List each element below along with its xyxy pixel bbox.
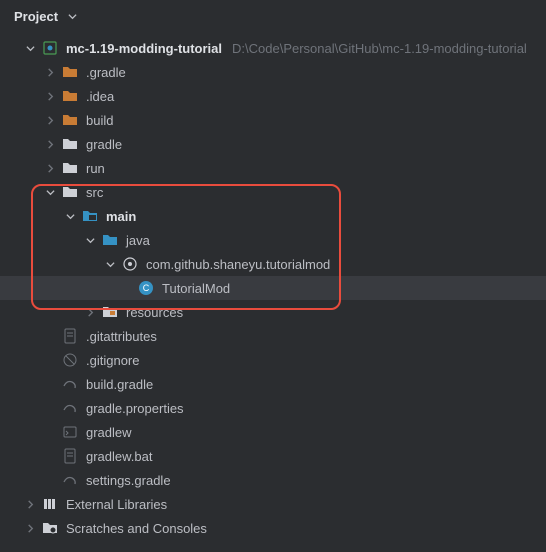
file-icon [62,448,78,464]
module-source-icon [82,208,98,224]
file-label: settings.gradle [86,473,171,488]
folder-icon [62,112,78,128]
panel-header[interactable]: Project [0,0,546,32]
folder-icon [62,64,78,80]
source-folder-icon [102,232,118,248]
file-label: .gitignore [86,353,139,368]
tree-item-gradle-properties[interactable]: gradle.properties [0,396,546,420]
file-label: gradlew.bat [86,449,153,464]
chevron-right-icon[interactable] [22,496,38,512]
tree-item-project-root[interactable]: mc-1.19-modding-tutorial D:\Code\Persona… [0,36,546,60]
folder-icon [62,88,78,104]
chevron-right-icon[interactable] [42,160,58,176]
folder-label: resources [126,305,183,320]
package-icon [122,256,138,272]
file-icon [62,352,78,368]
shell-file-icon [62,424,78,440]
folder-label: run [86,161,105,176]
tree-item-dot-idea[interactable]: .idea [0,84,546,108]
tree-item-src[interactable]: src [0,180,546,204]
chevron-right-icon[interactable] [22,520,38,536]
tree-item-build-gradle[interactable]: build.gradle [0,372,546,396]
tree-item-main[interactable]: main [0,204,546,228]
tree-item-run[interactable]: run [0,156,546,180]
project-name: mc-1.19-modding-tutorial [66,41,222,56]
tree-item-dot-gradle[interactable]: .gradle [0,60,546,84]
tree-item-settings-gradle[interactable]: settings.gradle [0,468,546,492]
libraries-icon [42,496,58,512]
file-label: .gitattributes [86,329,157,344]
folder-label: src [86,185,103,200]
tree-item-external-libraries[interactable]: External Libraries [0,492,546,516]
gradle-icon [62,472,78,488]
gradle-icon [62,376,78,392]
chevron-down-icon[interactable] [42,184,58,200]
tree-item-java[interactable]: java [0,228,546,252]
class-label: TutorialMod [162,281,230,296]
chevron-down-icon [64,8,80,24]
tree-item-scratches[interactable]: Scratches and Consoles [0,516,546,540]
chevron-right-icon[interactable] [42,112,58,128]
tree-item-resources[interactable]: resources [0,300,546,324]
folder-label: main [106,209,136,224]
folder-icon [62,136,78,152]
file-icon [62,328,78,344]
project-tree: mc-1.19-modding-tutorial D:\Code\Persona… [0,32,546,540]
item-label: Scratches and Consoles [66,521,207,536]
chevron-down-icon[interactable] [62,208,78,224]
resources-folder-icon [102,304,118,320]
folder-icon [62,184,78,200]
chevron-right-icon[interactable] [42,136,58,152]
module-icon [42,40,58,56]
chevron-right-icon[interactable] [42,64,58,80]
chevron-down-icon[interactable] [82,232,98,248]
svg-text:C: C [143,283,150,293]
chevron-right-icon[interactable] [82,304,98,320]
folder-label: .gradle [86,65,126,80]
tree-item-gradlew[interactable]: gradlew [0,420,546,444]
chevron-down-icon[interactable] [22,40,38,56]
file-label: gradlew [86,425,132,440]
tree-item-package[interactable]: com.github.shaneyu.tutorialmod [0,252,546,276]
folder-icon [62,160,78,176]
tree-item-gitignore[interactable]: .gitignore [0,348,546,372]
folder-label: gradle [86,137,122,152]
file-label: build.gradle [86,377,153,392]
gradle-icon [62,400,78,416]
chevron-down-icon[interactable] [102,256,118,272]
class-icon: C [138,280,154,296]
package-label: com.github.shaneyu.tutorialmod [146,257,330,272]
tree-item-build[interactable]: build [0,108,546,132]
folder-label: .idea [86,89,114,104]
scratches-icon [42,520,58,536]
tree-item-gitattributes[interactable]: .gitattributes [0,324,546,348]
chevron-right-icon[interactable] [42,88,58,104]
file-label: gradle.properties [86,401,184,416]
project-path: D:\Code\Personal\GitHub\mc-1.19-modding-… [232,41,527,56]
item-label: External Libraries [66,497,167,512]
tree-item-gradlew-bat[interactable]: gradlew.bat [0,444,546,468]
tree-item-gradle[interactable]: gradle [0,132,546,156]
folder-label: build [86,113,113,128]
tree-item-class-tutorialmod[interactable]: C TutorialMod [0,276,546,300]
folder-label: java [126,233,150,248]
panel-title: Project [14,9,58,24]
